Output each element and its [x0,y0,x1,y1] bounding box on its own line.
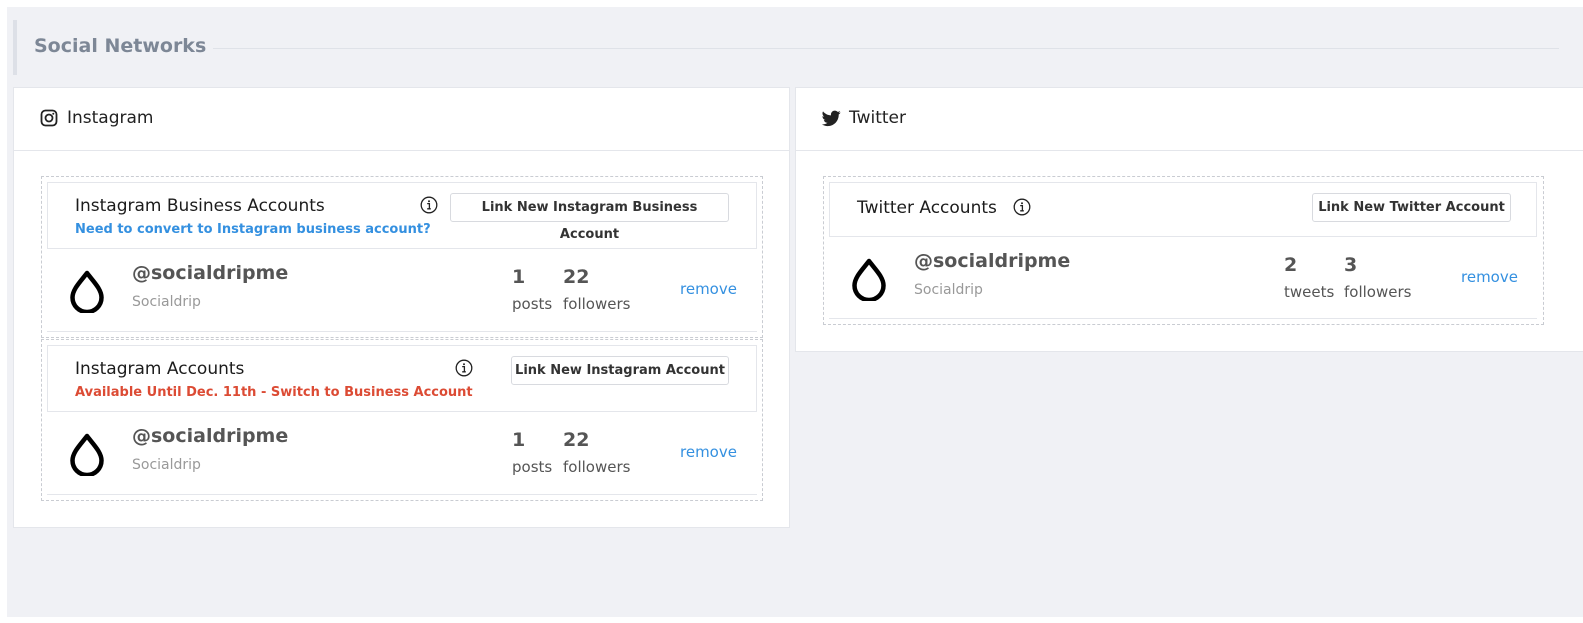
posts-count: 1 [512,429,526,451]
page-content: Social Networks Instagram Instagram Busi… [7,7,1583,617]
link-twitter-account-button[interactable]: Link New Twitter Account [1312,193,1511,222]
account-handle: @socialdripme [132,425,289,447]
instagram-business-title: Instagram Business Accounts [75,196,325,216]
instagram-business-account-row: @socialdripme Socialdrip 1 posts 22 foll… [47,249,757,332]
account-handle: @socialdripme [914,250,1071,272]
instagram-business-header: Instagram Business Accounts Need to conv… [47,182,757,249]
remove-account-link[interactable]: remove [680,280,737,298]
section-header: Social Networks [13,20,1559,75]
instagram-accounts-group: Instagram Accounts Available Until Dec. … [41,339,763,501]
socialdrip-drop-logo [70,270,104,313]
section-accent-bar [13,20,17,75]
followers-count: 22 [563,266,590,288]
followers-label: followers [563,295,631,313]
info-icon[interactable] [1013,198,1031,216]
section-title: Social Networks [34,35,207,57]
section-divider [213,48,1559,49]
instagram-panel-header: Instagram [14,88,789,151]
followers-label: followers [1344,283,1412,301]
followers-count: 22 [563,429,590,451]
instagram-business-group: Instagram Business Accounts Need to conv… [41,176,763,338]
info-icon[interactable] [420,196,438,214]
posts-count: 1 [512,266,526,288]
instagram-panel-title: Instagram [67,108,154,128]
socialdrip-drop-logo [70,433,104,476]
account-display-name: Socialdrip [132,294,201,310]
tweets-count: 2 [1284,254,1298,276]
link-instagram-account-button[interactable]: Link New Instagram Account [511,356,729,385]
remove-account-link[interactable]: remove [1461,268,1518,286]
twitter-panel-header: Twitter [796,88,1583,151]
posts-label: posts [512,295,553,313]
tweets-label: tweets [1284,283,1335,301]
socialdrip-drop-logo [852,258,886,301]
twitter-account-row: @socialdripme Socialdrip 2 tweets 3 foll… [829,237,1537,319]
followers-label: followers [563,458,631,476]
twitter-accounts-header: Twitter Accounts Link New Twitter Accoun… [829,182,1537,237]
switch-business-link[interactable]: Available Until Dec. 11th - Switch to Bu… [75,385,473,400]
account-handle: @socialdripme [132,262,289,284]
twitter-bird-icon [822,110,841,127]
posts-label: posts [512,458,553,476]
link-instagram-business-button[interactable]: Link New Instagram Business Account [450,193,729,242]
twitter-panel-title: Twitter [849,108,906,128]
twitter-accounts-title: Twitter Accounts [857,198,997,218]
instagram-accounts-title: Instagram Accounts [75,359,245,379]
instagram-panel: Instagram Instagram Business Accounts Ne… [13,87,790,528]
twitter-panel: Twitter Twitter Accounts Link New Twitte… [795,87,1583,352]
account-display-name: Socialdrip [132,457,201,473]
remove-account-link[interactable]: remove [680,443,737,461]
account-display-name: Socialdrip [914,282,983,298]
info-icon[interactable] [455,359,473,377]
followers-count: 3 [1344,254,1358,276]
instagram-accounts-header: Instagram Accounts Available Until Dec. … [47,345,757,412]
twitter-accounts-group: Twitter Accounts Link New Twitter Accoun… [823,176,1544,325]
instagram-account-row: @socialdripme Socialdrip 1 posts 22 foll… [47,412,757,495]
convert-business-link[interactable]: Need to convert to Instagram business ac… [75,222,431,237]
instagram-icon [40,109,58,127]
